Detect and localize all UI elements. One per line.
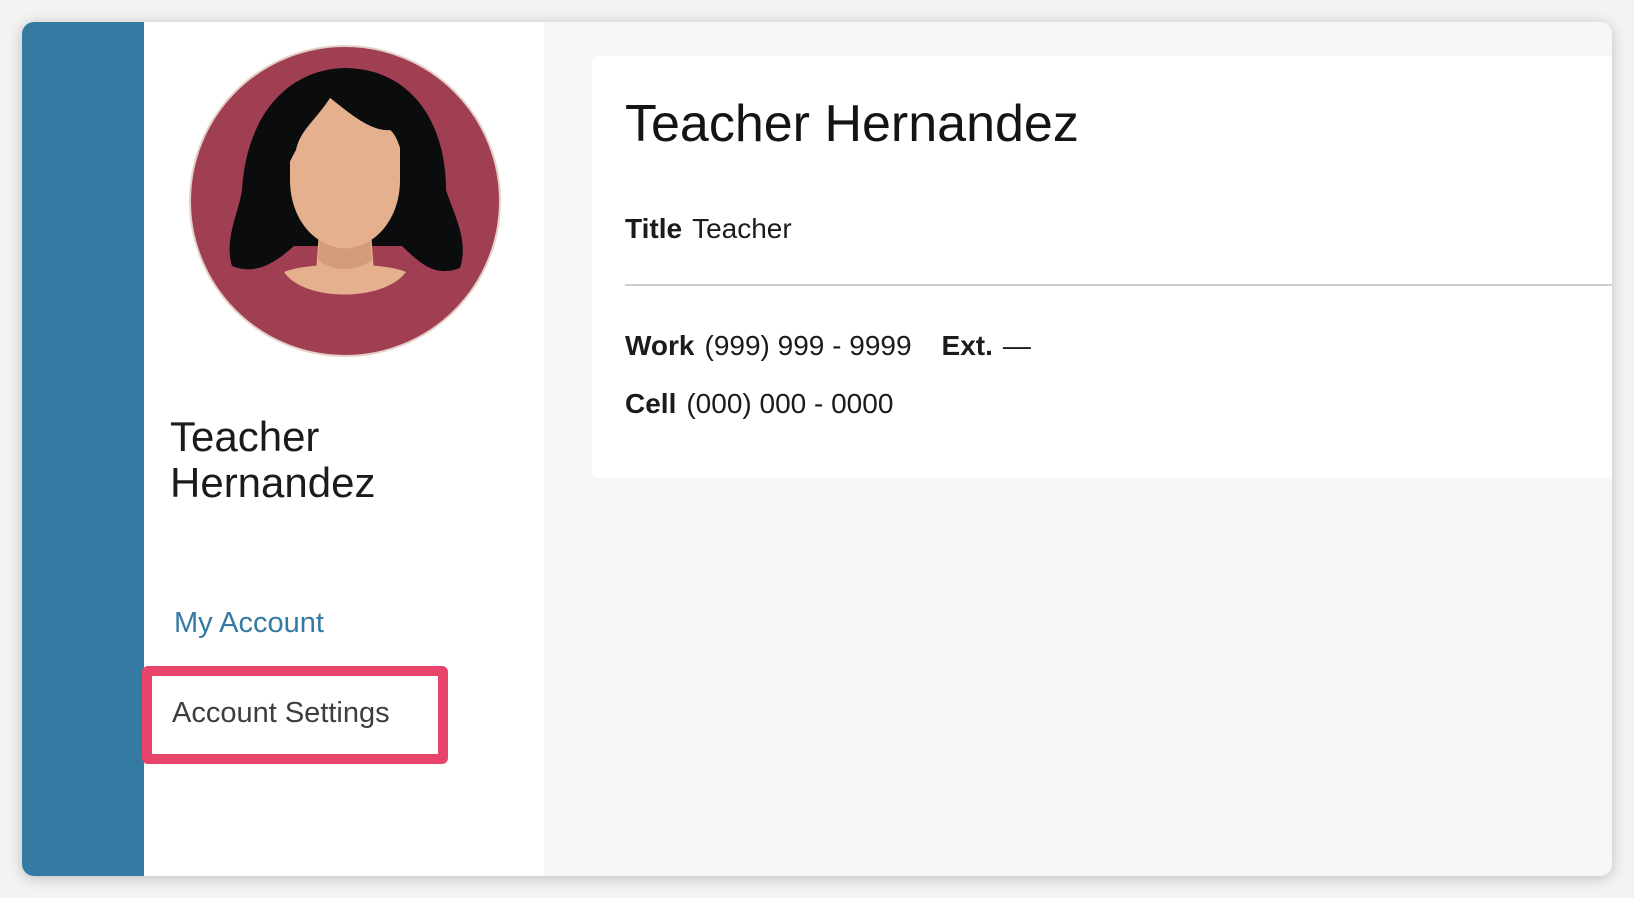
ext-value: — — [1002, 330, 1031, 361]
work-label: Work — [625, 330, 695, 361]
work-phone-value: (999) 999 - 9999 — [704, 330, 912, 361]
sidebar-item-account-settings[interactable]: Account Settings — [142, 666, 448, 764]
sidebar-user-name-line2: Hernandez — [170, 459, 376, 506]
title-label: Title — [625, 213, 683, 244]
sidebar-user-name: Teacher Hernandez — [170, 414, 500, 506]
app-window: Teacher Hernandez My Account Account Set… — [22, 22, 1612, 876]
ext-label: Ext. — [941, 330, 993, 361]
cell-phone-value: (000) 000 - 0000 — [686, 388, 894, 419]
page-title: Teacher Hernandez — [625, 95, 1079, 153]
cell-label: Cell — [625, 388, 677, 419]
profile-sidebar: Teacher Hernandez My Account Account Set… — [142, 22, 544, 876]
sidebar-item-my-account[interactable]: My Account — [174, 607, 324, 640]
title-row: Title Teacher — [625, 213, 792, 245]
sidebar-user-name-line1: Teacher — [170, 413, 320, 460]
cell-phone-row: Cell (000) 000 - 0000 — [625, 388, 893, 420]
left-nav-rail — [22, 22, 144, 876]
divider — [625, 284, 1612, 286]
avatar — [184, 40, 506, 362]
title-value: Teacher — [692, 213, 792, 244]
female-user-avatar-icon — [189, 45, 501, 357]
sidebar-item-account-settings-label: Account Settings — [172, 697, 390, 729]
work-phone-row: Work (999) 999 - 9999 Ext. — — [625, 330, 1031, 362]
profile-card: Teacher Hernandez Title Teacher Work (999)… — [592, 56, 1612, 478]
